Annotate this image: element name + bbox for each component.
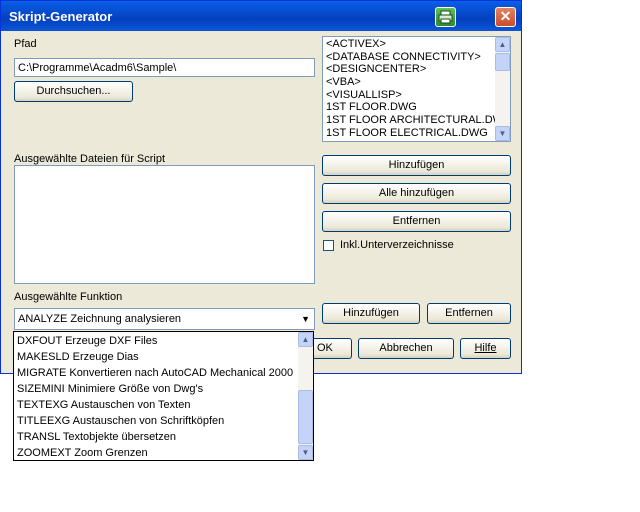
path-input[interactable]: C:\Programme\Acadm6\Sample\ — [14, 58, 315, 77]
selected-files-list[interactable] — [14, 165, 315, 284]
list-item[interactable]: TEXTEXG Austauschen von Texten — [14, 397, 298, 413]
file-list[interactable]: <ACTIVEX> <DATABASE CONNECTIVITY> <DESIG… — [322, 36, 511, 142]
path-label: Pfad — [14, 38, 37, 50]
chevron-down-icon[interactable]: ▼ — [301, 314, 310, 324]
list-item[interactable]: 1ST FLOOR ELECTRICAL.DWG — [323, 127, 495, 140]
scroll-up-icon[interactable]: ▲ — [495, 37, 510, 52]
list-item[interactable]: MAKESLD Erzeuge Dias — [14, 349, 298, 365]
add-button[interactable]: Hinzufügen — [322, 155, 511, 176]
list-item[interactable]: <DATABASE CONNECTIVITY> — [323, 51, 495, 64]
close-icon[interactable]: ✕ — [495, 7, 516, 27]
selected-files-label: Ausgewählte Dateien für Script — [14, 153, 166, 165]
list-item[interactable]: DXFOUT Erzeuge DXF Files — [14, 333, 298, 349]
window-title: Skript-Generator — [9, 9, 113, 24]
function-dropdown-list[interactable]: DXFOUT Erzeuge DXF Files MAKESLD Erzeuge… — [13, 331, 314, 461]
script-generator-window: Skript-Generator ✕ Pfad C:\Programme\Aca… — [0, 0, 522, 374]
list-item[interactable]: <ACTIVEX> — [323, 38, 495, 51]
scroll-thumb[interactable] — [298, 390, 313, 444]
list-item[interactable]: <VBA> — [323, 76, 495, 89]
help-button[interactable]: Hilfe — [460, 338, 511, 359]
cancel-button[interactable]: Abbrechen — [358, 338, 454, 359]
list-item[interactable]: SIZEMINI Minimiere Größe von Dwg's — [14, 381, 298, 397]
printer-icon[interactable] — [435, 7, 456, 27]
path-value: C:\Programme\Acadm6\Sample\ — [18, 62, 177, 74]
list-item[interactable]: 1ST FLOOR.DWG — [323, 101, 495, 114]
scroll-down-icon[interactable]: ▼ — [495, 126, 510, 141]
list-item[interactable]: <DESIGNCENTER> — [323, 63, 495, 76]
remove-button[interactable]: Entfernen — [322, 211, 511, 232]
browse-button[interactable]: Durchsuchen... — [14, 81, 133, 102]
function-remove-button[interactable]: Entfernen — [427, 303, 511, 324]
title-bar[interactable]: Skript-Generator ✕ — [1, 1, 521, 31]
function-select[interactable]: ANALYZE Zeichnung analysieren ▼ — [14, 308, 315, 330]
function-add-button[interactable]: Hinzufügen — [322, 303, 420, 324]
scroll-up-icon[interactable]: ▲ — [298, 332, 313, 347]
add-all-button[interactable]: Alle hinzufügen — [322, 183, 511, 204]
list-item[interactable]: <VISUALLISP> — [323, 89, 495, 102]
scroll-down-icon[interactable]: ▼ — [298, 445, 313, 460]
function-options: DXFOUT Erzeuge DXF Files MAKESLD Erzeuge… — [14, 333, 298, 460]
list-item[interactable]: 1ST FLOOR ARCHITECTURAL.DWG — [323, 114, 495, 127]
list-item[interactable]: TRANSL Textobjekte übersetzen — [14, 429, 298, 445]
function-label: Ausgewählte Funktion — [14, 291, 123, 303]
list-item[interactable]: MIGRATE Konvertieren nach AutoCAD Mechan… — [14, 365, 298, 381]
include-subdirs-label: Inkl.Unterverzeichnisse — [340, 239, 454, 251]
file-list-items: <ACTIVEX> <DATABASE CONNECTIVITY> <DESIG… — [323, 38, 495, 140]
include-subdirs-checkbox[interactable] — [323, 240, 334, 251]
list-item[interactable]: ZOOMEXT Zoom Grenzen — [14, 445, 298, 460]
function-selected-value: ANALYZE Zeichnung analysieren — [18, 313, 182, 325]
function-dropdown-scrollbar[interactable]: ▲ ▼ — [298, 332, 313, 460]
list-item[interactable]: TITLEEXG Austauschen von Schriftköpfen — [14, 413, 298, 429]
scroll-thumb[interactable] — [495, 53, 510, 71]
file-list-scrollbar[interactable]: ▲ ▼ — [495, 37, 510, 141]
